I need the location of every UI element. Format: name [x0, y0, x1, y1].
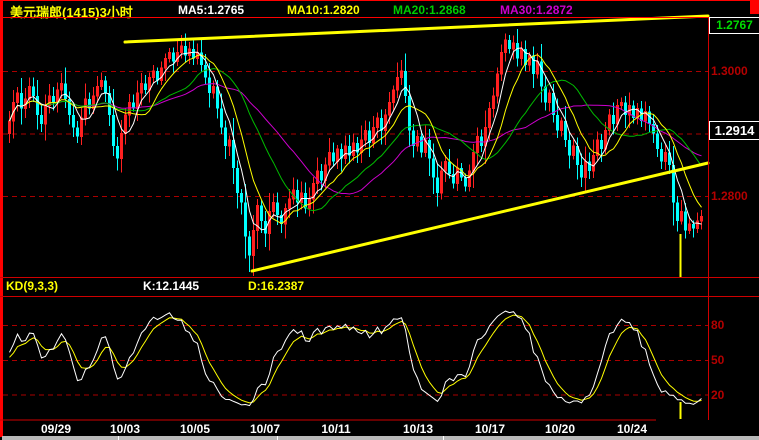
candle-down: [64, 83, 67, 100]
kd-tick-label: 80: [711, 317, 725, 332]
k-value-label: K:12.1445: [143, 279, 200, 293]
kd-params-label: KD(9,3,3): [6, 279, 59, 293]
candle-down: [516, 42, 519, 59]
x-axis-label: 10/24: [616, 422, 648, 436]
price-tick-label: 1.2800: [711, 189, 748, 203]
candle-down: [408, 96, 411, 131]
candle-down: [320, 171, 323, 181]
candle-down: [540, 61, 543, 87]
x-axis-label: 10/05: [179, 422, 211, 436]
candle-down: [332, 152, 335, 162]
bottom-strip-tick: [277, 436, 278, 440]
candle-down: [600, 139, 603, 150]
kd-tick-label: 50: [711, 352, 725, 367]
candle-down: [480, 136, 483, 146]
trendline-upper-resistance[interactable]: [123, 14, 710, 44]
candle-down: [656, 133, 659, 150]
x-axis-label: 10/20: [544, 422, 576, 436]
axis-price-box: 1.2914: [709, 121, 759, 140]
window-left-border: [0, 0, 3, 437]
price-tick-label: 1.3000: [711, 64, 748, 78]
d-value-label: D:16.2387: [248, 279, 305, 293]
candle-down: [72, 114, 75, 128]
candle-down: [684, 211, 687, 231]
candle-down: [276, 202, 279, 215]
candle-down: [172, 52, 175, 62]
candle-down: [556, 114, 559, 131]
candle-down: [208, 77, 211, 93]
candle-down: [236, 167, 239, 193]
window-corner-box: [750, 0, 759, 14]
candle-down: [32, 86, 35, 96]
window-bottom-border: [2, 436, 759, 440]
candle-down: [244, 202, 247, 237]
candle-down: [200, 52, 203, 65]
x-axis-label: 10/03: [109, 422, 141, 436]
candle-down: [508, 39, 511, 50]
x-axis-label: 10/17: [474, 422, 506, 436]
candle-down: [40, 114, 43, 125]
candle-down: [448, 161, 451, 175]
x-axis-label: 10/07: [249, 422, 281, 436]
x-axis-label: 09/29: [40, 422, 72, 436]
candle-down: [248, 236, 251, 256]
x-axis-label: 10/13: [402, 422, 434, 436]
candle-down: [240, 192, 243, 203]
candle-down: [660, 149, 663, 162]
candle-down: [464, 177, 467, 187]
kd-tick-label: 20: [711, 387, 725, 402]
candle-down: [580, 164, 583, 178]
latest-price-label: 1.2767: [709, 17, 759, 34]
candle-down: [144, 83, 147, 90]
candle-down: [220, 108, 223, 128]
candle-down: [76, 127, 79, 137]
candle-down: [612, 114, 615, 125]
candle-down: [116, 146, 119, 159]
d-line: [9, 314, 702, 404]
candle-down: [36, 96, 39, 115]
candle-down: [692, 224, 695, 229]
candle-down: [112, 114, 115, 146]
candle-down: [224, 127, 227, 146]
candle-down: [676, 202, 679, 221]
candle-down: [260, 205, 263, 221]
chart-canvas[interactable]: [0, 0, 759, 440]
candle-down: [52, 96, 55, 103]
candle-down: [104, 80, 107, 93]
x-axis-label: 10/11: [321, 422, 351, 436]
candle-down: [436, 177, 439, 193]
kd-indicator-header: KD(9,3,3) K:12.1445 D:16.2387: [0, 279, 700, 295]
candle-down: [432, 158, 435, 178]
bottom-strip-tick: [443, 436, 444, 440]
candle-down: [420, 136, 423, 153]
candle-down: [568, 139, 571, 156]
app-window: { "header": { "title": "美元瑞郎(1415)3小时", …: [0, 0, 759, 440]
candle-down: [404, 71, 407, 96]
bottom-strip-tick: [118, 436, 119, 440]
